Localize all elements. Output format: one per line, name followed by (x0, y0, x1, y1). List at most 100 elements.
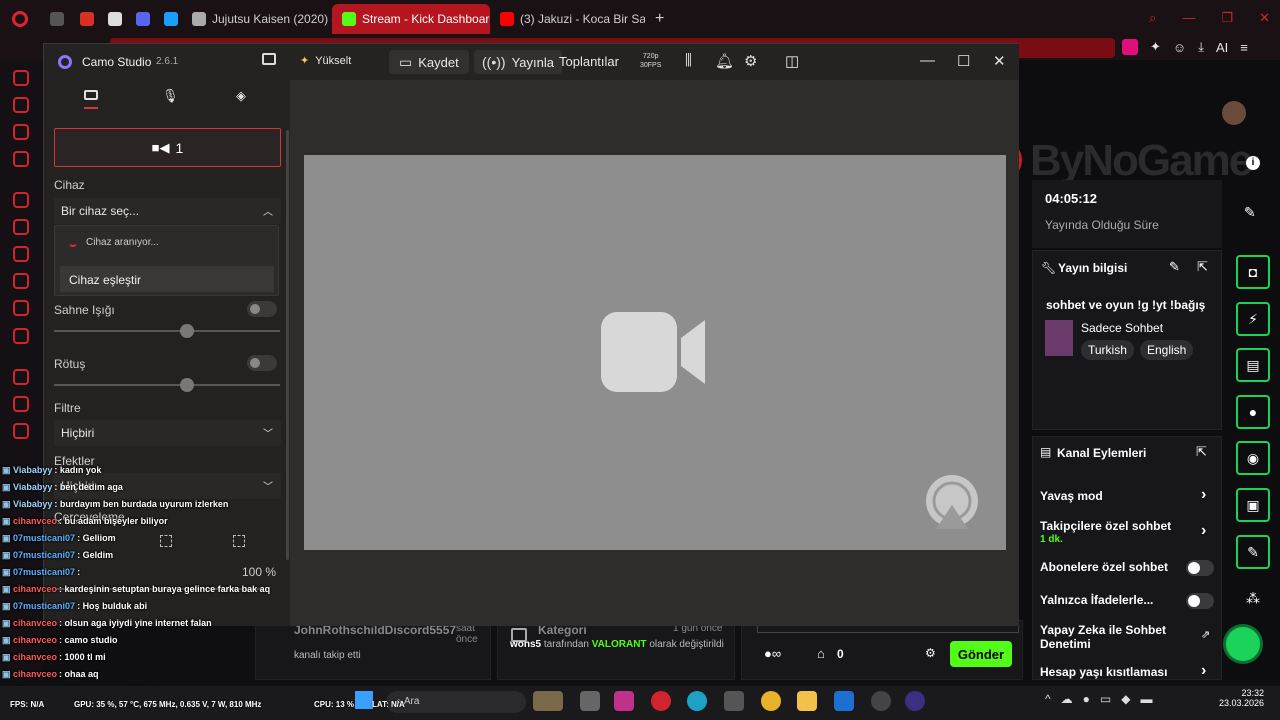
external-link-icon[interactable]: ⇗ (1201, 628, 1210, 641)
device-select[interactable]: Bir cihaz seç... ︿ (54, 198, 281, 224)
minimize-icon[interactable]: — (920, 52, 935, 69)
panel-icon[interactable]: ◫ (785, 52, 799, 70)
close-icon[interactable]: ✕ (1259, 10, 1270, 26)
emotes-only-toggle[interactable] (1186, 593, 1214, 609)
bell-icon[interactable]: 🔔︎ (715, 52, 734, 70)
new-tab-button[interactable]: + (645, 4, 669, 34)
wrench-icon[interactable]: ✎ (1236, 535, 1270, 569)
popout-icon[interactable]: ⇱ (1197, 259, 1208, 275)
sidebar-icon[interactable] (13, 300, 29, 316)
retouch-toggle[interactable] (247, 355, 277, 371)
chat-username[interactable]: cihanvceo (13, 635, 57, 645)
sidebar-icon[interactable] (13, 70, 29, 86)
tab-jujutsu[interactable]: Jujutsu Kaisen (2020) - An (182, 4, 332, 34)
followers-only-label[interactable]: Takipçilere özel sohbet (1040, 519, 1171, 533)
tag-english[interactable]: English (1140, 340, 1194, 360)
chat-username[interactable]: cihanvceo (13, 652, 57, 662)
extension-icon[interactable] (1122, 39, 1138, 55)
puzzle-icon[interactable]: ✦ (1150, 39, 1161, 55)
meetings-button[interactable]: Toplantılar (559, 54, 619, 69)
chat-username[interactable]: cihanvceo (13, 584, 57, 594)
lightning-icon[interactable]: ⚡︎ (1236, 302, 1270, 336)
edit-icon[interactable]: ✎ (1244, 204, 1256, 221)
layers-icon[interactable]: ◈ (236, 88, 246, 104)
category-user[interactable]: wons5 (510, 639, 541, 650)
upgrade-button[interactable]: ✦ Yükselt (300, 54, 351, 68)
sidebar-icon[interactable] (13, 97, 29, 113)
gear-icon[interactable]: ⚙ (744, 52, 757, 70)
tag-turkish[interactable]: Turkish (1081, 340, 1134, 360)
chat-username[interactable]: cihanvceo (13, 618, 57, 628)
close-icon[interactable]: ✕ (993, 52, 1006, 70)
chevron-right-icon[interactable]: › (1201, 486, 1206, 504)
maximize-icon[interactable]: ☐ (957, 52, 970, 70)
sidebar-icon[interactable] (13, 396, 29, 412)
gift-icon[interactable]: ⌂ (817, 646, 825, 661)
broadcast-button[interactable]: ((•)) Yayınla (474, 50, 562, 74)
broadcast-icon[interactable]: ◉ (1236, 441, 1270, 475)
menu-icon[interactable]: ≡ (1240, 40, 1248, 55)
chat-username[interactable]: 07musticani07 (13, 533, 75, 543)
tab-5[interactable] (154, 4, 182, 34)
slider-knob[interactable] (180, 378, 194, 392)
infinity-icon[interactable]: ●∞ (764, 646, 781, 661)
opera-logo-icon[interactable] (0, 4, 40, 34)
sidebar-icon[interactable] (13, 219, 29, 235)
chrome-taskbar-icon[interactable] (761, 691, 781, 711)
sidebar-icon[interactable] (13, 192, 29, 208)
subs-only-toggle[interactable] (1186, 560, 1214, 576)
explorer-taskbar-icon[interactable] (797, 691, 817, 711)
outlook-taskbar-icon[interactable] (834, 691, 854, 711)
chat-username[interactable]: cihanvceo (13, 516, 57, 526)
camo-taskbar-icon[interactable] (905, 691, 925, 711)
taskbar-app-icon[interactable] (614, 691, 634, 711)
shapes-icon[interactable]: ⁂ (1246, 590, 1260, 607)
avatar[interactable] (1222, 101, 1246, 125)
chat-username[interactable]: 07musticani07 (13, 567, 75, 577)
retouch-slider[interactable] (54, 378, 280, 392)
microphone-icon[interactable]: 🎙︎ (162, 88, 179, 104)
sidebar-icon[interactable] (13, 246, 29, 262)
slow-mode-label[interactable]: Yavaş mod (1040, 489, 1103, 503)
stage-light-slider[interactable] (54, 324, 280, 338)
record-button[interactable]: ▭ Kaydet (389, 50, 469, 74)
chat-icon[interactable]: ● (1236, 395, 1270, 429)
send-button[interactable]: Gönder (950, 641, 1012, 667)
stage-light-toggle[interactable] (247, 301, 277, 317)
category-game[interactable]: VALORANT (592, 639, 647, 650)
info-icon[interactable]: i (1246, 156, 1260, 170)
taskbar-app-icon[interactable] (580, 691, 600, 711)
camera-icon[interactable]: ◘ (1236, 255, 1270, 289)
sidebar-icon[interactable] (13, 273, 29, 289)
camera-slot-button[interactable]: ■◀ 1 (54, 128, 281, 167)
tab-gmail[interactable] (70, 4, 98, 34)
taskbar-app-icon[interactable] (533, 691, 563, 711)
layout-icon[interactable]: ▣ (1236, 488, 1270, 522)
sidebar-icon[interactable] (13, 423, 29, 439)
sidebar-icon[interactable] (13, 124, 29, 140)
tab-youtube[interactable]: (3) Jakuzi - Koca Bir Saçm (490, 4, 645, 34)
chevron-right-icon[interactable]: › (1201, 662, 1206, 680)
tab-kick-dashboard[interactable]: Stream - Kick Dashboard (332, 4, 490, 34)
opera-taskbar-icon[interactable] (651, 691, 671, 711)
filter-select[interactable]: Hiçbiri ﹀ (54, 420, 281, 446)
tab-1[interactable] (40, 4, 70, 34)
settings-icon[interactable]: ⚙ (925, 646, 936, 660)
taskbar-search[interactable]: ⌕ Ara (386, 691, 526, 713)
slider-knob[interactable] (180, 324, 194, 338)
popout-icon[interactable]: ⇱ (1196, 444, 1207, 460)
sidebar-icon[interactable] (13, 151, 29, 167)
chat-username[interactable]: Viababyy (13, 465, 52, 475)
store-taskbar-icon[interactable] (724, 691, 744, 711)
search-icon[interactable]: ⌕ (1149, 10, 1156, 26)
pair-device-option[interactable]: Cihaz eşleştir (60, 266, 274, 292)
ai-moderation-label[interactable]: Yapay Zeka ile Sohbet Denetimi (1040, 623, 1190, 651)
columns-icon[interactable]: ⫼ (685, 52, 692, 69)
document-icon[interactable]: ▤ (1236, 348, 1270, 382)
edit-icon[interactable]: ✎ (1169, 259, 1180, 275)
sidebar-toggle-icon[interactable] (262, 53, 276, 65)
taskbar-app-icon[interactable] (871, 691, 891, 711)
chat-input-field[interactable] (757, 625, 1019, 633)
resolution-badge[interactable]: 720p 30FPS (640, 52, 661, 70)
age-restrict-label[interactable]: Hesap yaşı kısıtlaması (1040, 665, 1167, 679)
